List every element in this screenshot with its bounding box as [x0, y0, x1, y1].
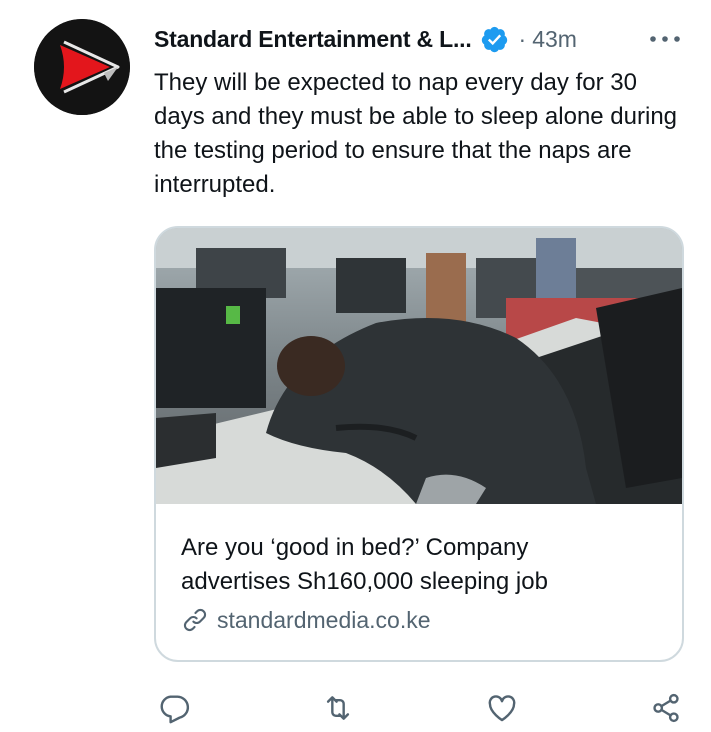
share-button[interactable] [644, 686, 688, 730]
tweet-action-bar [154, 686, 694, 730]
header-separator: · [518, 25, 527, 52]
author-avatar[interactable] [34, 19, 130, 115]
tweet-text: They will be expected to nap every day f… [154, 69, 678, 198]
like-icon [488, 695, 516, 722]
tweet-header: Standard Entertainment & L... · 43m [154, 22, 689, 56]
retweet-icon [326, 696, 350, 720]
article-image [156, 228, 682, 504]
card-title[interactable]: Are you ‘good in bed?’ Company advertise… [181, 531, 641, 599]
like-button[interactable] [480, 686, 524, 730]
share-icon [653, 693, 679, 723]
tweet-timestamp[interactable]: 43m [532, 26, 577, 53]
reply-button[interactable] [152, 686, 196, 730]
retweet-button[interactable] [316, 686, 360, 730]
card-domain[interactable]: standardmedia.co.ke [181, 606, 431, 634]
standard-logo-icon [34, 19, 130, 115]
author-name[interactable]: Standard Entertainment & L... [154, 26, 472, 53]
verified-badge-icon [480, 25, 509, 54]
link-preview-card[interactable]: Are you ‘good in bed?’ Company advertise… [154, 226, 684, 662]
card-domain-text: standardmedia.co.ke [217, 606, 431, 633]
reply-icon [160, 695, 190, 724]
link-icon [183, 608, 207, 632]
more-options-icon[interactable] [647, 28, 683, 50]
